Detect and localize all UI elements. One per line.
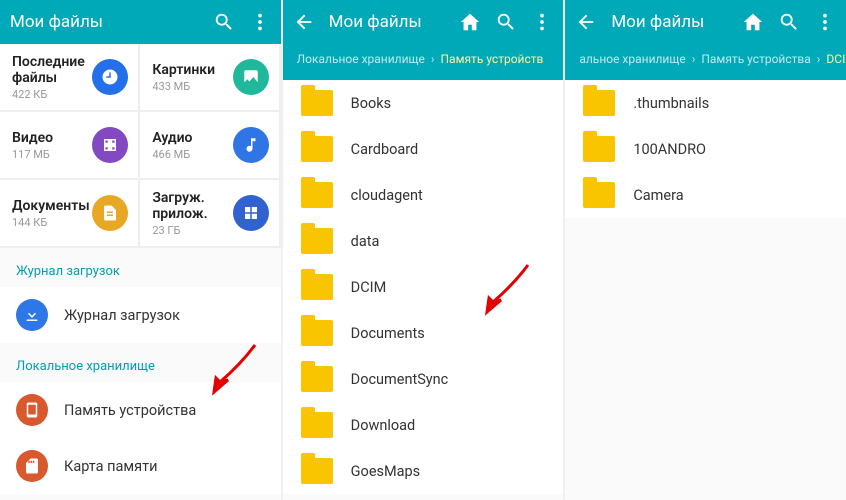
section-downloads: Журнал загрузок	[0, 248, 281, 287]
folder-row[interactable]: Cardboard	[283, 126, 564, 172]
folder-row[interactable]: data	[283, 218, 564, 264]
folder-row[interactable]: .thumbnails	[565, 80, 846, 126]
download-icon	[16, 299, 48, 331]
search-icon[interactable]	[495, 11, 517, 33]
folder-icon	[301, 366, 333, 392]
crumb-segment[interactable]: Память устройства	[701, 52, 810, 66]
app-title: Мои файлы	[329, 12, 422, 32]
folder-row[interactable]: Books	[283, 80, 564, 126]
panel-device-storage: Мои файлы Локальное хранилище › Память у…	[283, 0, 564, 500]
music-icon	[233, 127, 269, 163]
folder-icon	[301, 320, 333, 346]
folder-row[interactable]: GoesMaps	[283, 448, 564, 494]
overflow-icon[interactable]	[814, 11, 836, 33]
chevron-right-icon: ›	[431, 52, 435, 66]
home-icon[interactable]	[459, 11, 481, 33]
section-storage: Локальное хранилище	[0, 343, 281, 382]
tile-documents[interactable]: Документы144 КБ	[0, 180, 140, 248]
folder-icon	[301, 228, 333, 254]
folder-row[interactable]: DocumentSync	[283, 356, 564, 402]
overflow-icon[interactable]	[249, 11, 271, 33]
row-downloads[interactable]: Журнал загрузок	[0, 287, 281, 343]
folder-row[interactable]: Download	[283, 402, 564, 448]
phone-icon	[16, 394, 48, 426]
folder-icon	[301, 412, 333, 438]
folder-list: .thumbnails 100ANDRO Camera	[565, 80, 846, 218]
document-icon	[92, 195, 128, 231]
folder-icon	[301, 136, 333, 162]
appbar: Мои файлы	[565, 0, 846, 44]
folder-icon	[301, 458, 333, 484]
folder-row[interactable]: Documents	[283, 310, 564, 356]
appbar: Мои файлы	[0, 0, 281, 44]
app-title: Мои файлы	[10, 12, 103, 32]
appbar: Мои файлы	[283, 0, 564, 44]
home-icon[interactable]	[742, 11, 764, 33]
folder-row[interactable]: Camera	[565, 172, 846, 218]
chevron-right-icon: ›	[692, 52, 696, 66]
clock-icon	[92, 59, 128, 95]
search-icon[interactable]	[778, 11, 800, 33]
category-grid: Последние файлы422 КБ Картинки433 МБ Вид…	[0, 44, 281, 248]
apps-icon	[233, 195, 269, 231]
row-device-storage[interactable]: Память устройства	[0, 382, 281, 438]
folder-icon	[301, 182, 333, 208]
breadcrumb[interactable]: Локальное хранилище › Память устройств	[283, 44, 564, 80]
tile-audio[interactable]: Аудио466 МБ	[140, 112, 280, 180]
chevron-right-icon: ›	[817, 52, 821, 66]
crumb-current: DCIM	[826, 52, 846, 66]
folder-icon	[301, 90, 333, 116]
crumb-segment[interactable]: альное хранилище	[579, 52, 685, 66]
folder-row[interactable]: cloudagent	[283, 172, 564, 218]
folder-icon	[301, 274, 333, 300]
folder-list: Books Cardboard cloudagent data DCIM Doc…	[283, 80, 564, 494]
tile-recent[interactable]: Последние файлы422 КБ	[0, 44, 140, 112]
crumb-current: Память устройств	[440, 52, 543, 66]
folder-row[interactable]: 100ANDRO	[565, 126, 846, 172]
image-icon	[233, 59, 269, 95]
breadcrumb[interactable]: альное хранилище › Память устройства › D…	[565, 44, 846, 80]
tile-images[interactable]: Картинки433 МБ	[140, 44, 280, 112]
crumb-segment[interactable]: Локальное хранилище	[297, 52, 425, 66]
row-sd-card[interactable]: Карта памяти	[0, 438, 281, 494]
folder-icon	[583, 136, 615, 162]
tile-apps[interactable]: Загруж. прилож.23 ГБ	[140, 180, 280, 248]
tile-videos[interactable]: Видео117 МБ	[0, 112, 140, 180]
back-icon[interactable]	[575, 11, 597, 33]
folder-icon	[583, 90, 615, 116]
search-icon[interactable]	[213, 11, 235, 33]
app-title: Мои файлы	[611, 12, 704, 32]
folder-icon	[583, 182, 615, 208]
back-icon[interactable]	[293, 11, 315, 33]
overflow-icon[interactable]	[531, 11, 553, 33]
folder-row[interactable]: DCIM	[283, 264, 564, 310]
panel-dcim: Мои файлы альное хранилище › Память устр…	[565, 0, 846, 500]
sd-card-icon	[16, 450, 48, 482]
video-icon	[92, 127, 128, 163]
panel-home: Мои файлы Последние файлы422 КБ Картинки…	[0, 0, 281, 500]
